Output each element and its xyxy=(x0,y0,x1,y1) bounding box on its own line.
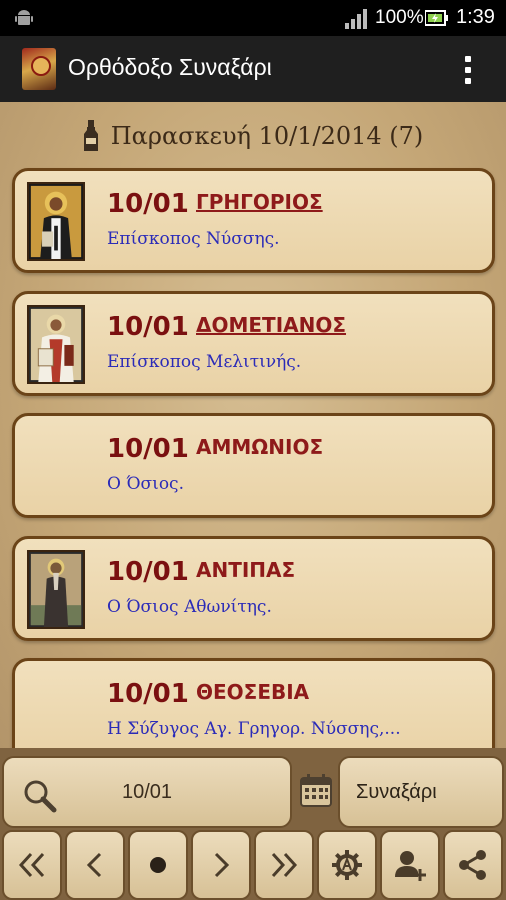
saint-name: ΘΕΟΣΕΒΙΑ xyxy=(196,680,310,704)
clock: 1:39 xyxy=(456,6,495,28)
signal-icon xyxy=(345,9,367,29)
first-page-button[interactable] xyxy=(2,830,62,900)
saint-date: 10/01 xyxy=(107,679,189,709)
saint-card[interactable]: 10/01 ΓΡΗΓΟΡΙΟΣ Επίσκοπος Νύσσης. xyxy=(12,168,495,273)
calendar-icon[interactable] xyxy=(298,772,334,808)
android-icon xyxy=(15,10,33,25)
previous-button[interactable] xyxy=(65,830,125,900)
source-selector-button[interactable]: Συναξάρι xyxy=(338,756,504,828)
bottom-toolbar: 10/01 Συναξάρι xyxy=(0,748,506,900)
saint-name-link[interactable]: ΔΟΜΕΤΙΑΝΟΣ xyxy=(196,313,346,337)
saint-date: 10/01 xyxy=(107,312,189,342)
saint-card[interactable]: 10/01 ΑΜΜΩΝΙΟΣ Ο Όσιος. xyxy=(12,413,495,518)
status-bar: 100% 1:39 xyxy=(0,0,506,36)
saint-card[interactable]: 10/01 ΘΕΟΣΕΒΙΑ Η Σύζυγος Αγ. Γρηγορ. Νύσ… xyxy=(12,658,495,748)
saint-name-link[interactable]: ΓΡΗΓΟΡΙΟΣ xyxy=(196,190,323,214)
saint-card[interactable]: 10/01 ΔΟΜΕΤΙΑΝΟΣ Επίσκοπος Μελιτινής. xyxy=(12,291,495,396)
saint-description: Η Σύζυγος Αγ. Γρηγορ. Νύσσης,... xyxy=(107,719,401,739)
add-person-icon xyxy=(395,851,426,881)
search-value: 10/01 xyxy=(121,780,173,803)
saint-date: 10/01 xyxy=(107,434,189,464)
gear-a-icon xyxy=(332,850,362,880)
source-label: Συναξάρι xyxy=(356,780,437,803)
saint-date: 10/01 xyxy=(107,557,189,587)
font-settings-button[interactable] xyxy=(317,830,377,900)
double-chevron-left-icon xyxy=(18,852,45,878)
saint-icon-image[interactable] xyxy=(27,305,85,384)
saint-icon-image[interactable] xyxy=(27,550,85,629)
battery-percent: 100% xyxy=(375,7,424,28)
action-bar: Ορθόδοξο Συναξάρι xyxy=(0,36,506,102)
saint-description: Ο Όσιος Αθωνίτης. xyxy=(107,597,272,617)
date-header: Παρασκευή 10/1/2014 (7) xyxy=(0,116,506,156)
saint-icon-image[interactable] xyxy=(27,182,85,261)
saint-description: Επίσκοπος Νύσσης. xyxy=(107,229,280,249)
date-search-field[interactable]: 10/01 xyxy=(2,756,292,828)
saints-list-panel: Παρασκευή 10/1/2014 (7) 10/01 ΓΡΗΓΟΡΙΟΣ … xyxy=(0,102,506,748)
saint-description: Ο Όσιος. xyxy=(107,474,184,494)
saint-name: ΑΝΤΙΠΑΣ xyxy=(196,558,296,582)
overflow-menu-icon[interactable] xyxy=(458,52,478,88)
last-page-button[interactable] xyxy=(254,830,314,900)
battery-charging-icon xyxy=(425,10,448,26)
share-icon xyxy=(459,850,486,880)
chevron-right-icon xyxy=(214,852,230,878)
saint-name: ΑΜΜΩΝΙΟΣ xyxy=(196,435,324,459)
chevron-left-icon xyxy=(86,852,102,878)
app-title: Ορθόδοξο Συναξάρι xyxy=(68,54,272,80)
dot-icon xyxy=(150,857,166,873)
app-logo-icon[interactable] xyxy=(22,48,56,90)
next-button[interactable] xyxy=(191,830,251,900)
oil-bottle-icon xyxy=(83,120,98,151)
saint-card[interactable]: 10/01 ΑΝΤΙΠΑΣ Ο Όσιος Αθωνίτης. xyxy=(12,536,495,641)
saint-date: 10/01 xyxy=(107,189,189,219)
today-button[interactable] xyxy=(128,830,188,900)
search-icon xyxy=(24,780,57,813)
share-button[interactable] xyxy=(443,830,503,900)
double-chevron-right-icon xyxy=(271,852,298,878)
saint-description: Επίσκοπος Μελιτινής. xyxy=(107,352,302,372)
date-header-text: Παρασκευή 10/1/2014 (7) xyxy=(110,122,424,150)
add-person-button[interactable] xyxy=(380,830,440,900)
